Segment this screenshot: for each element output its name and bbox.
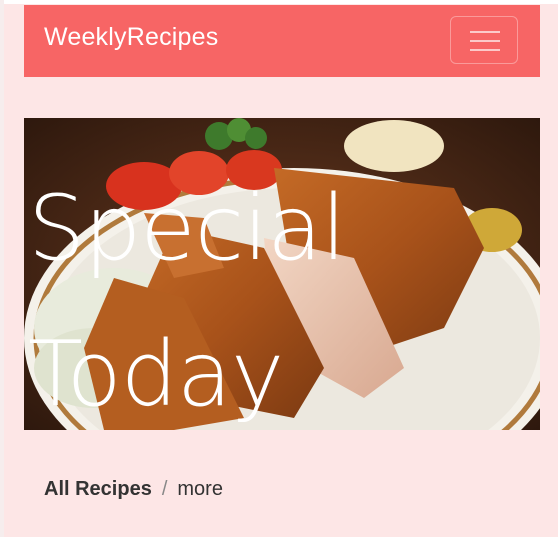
hamburger-icon-middle xyxy=(470,40,500,42)
hamburger-icon-bottom xyxy=(470,49,500,51)
breadcrumb-item-all-recipes[interactable]: All Recipes xyxy=(44,478,152,500)
brand-logo-text[interactable]: WeeklyRecipes xyxy=(44,23,218,52)
hamburger-icon xyxy=(470,31,500,33)
frame-left-edge xyxy=(0,0,4,537)
hero-title: Special Today xyxy=(28,156,528,430)
hero-title-line-1: Special xyxy=(28,176,346,281)
breadcrumb-item-more[interactable]: more xyxy=(177,478,223,500)
hero-title-line-2: Today xyxy=(28,322,284,427)
frame-top-edge xyxy=(0,0,558,4)
top-navbar: WeeklyRecipes xyxy=(24,5,540,77)
hero-banner: Special Today xyxy=(24,118,540,430)
breadcrumb: All Recipes / more xyxy=(44,478,223,501)
breadcrumb-separator: / xyxy=(161,478,168,500)
menu-toggle-button[interactable] xyxy=(450,16,518,64)
